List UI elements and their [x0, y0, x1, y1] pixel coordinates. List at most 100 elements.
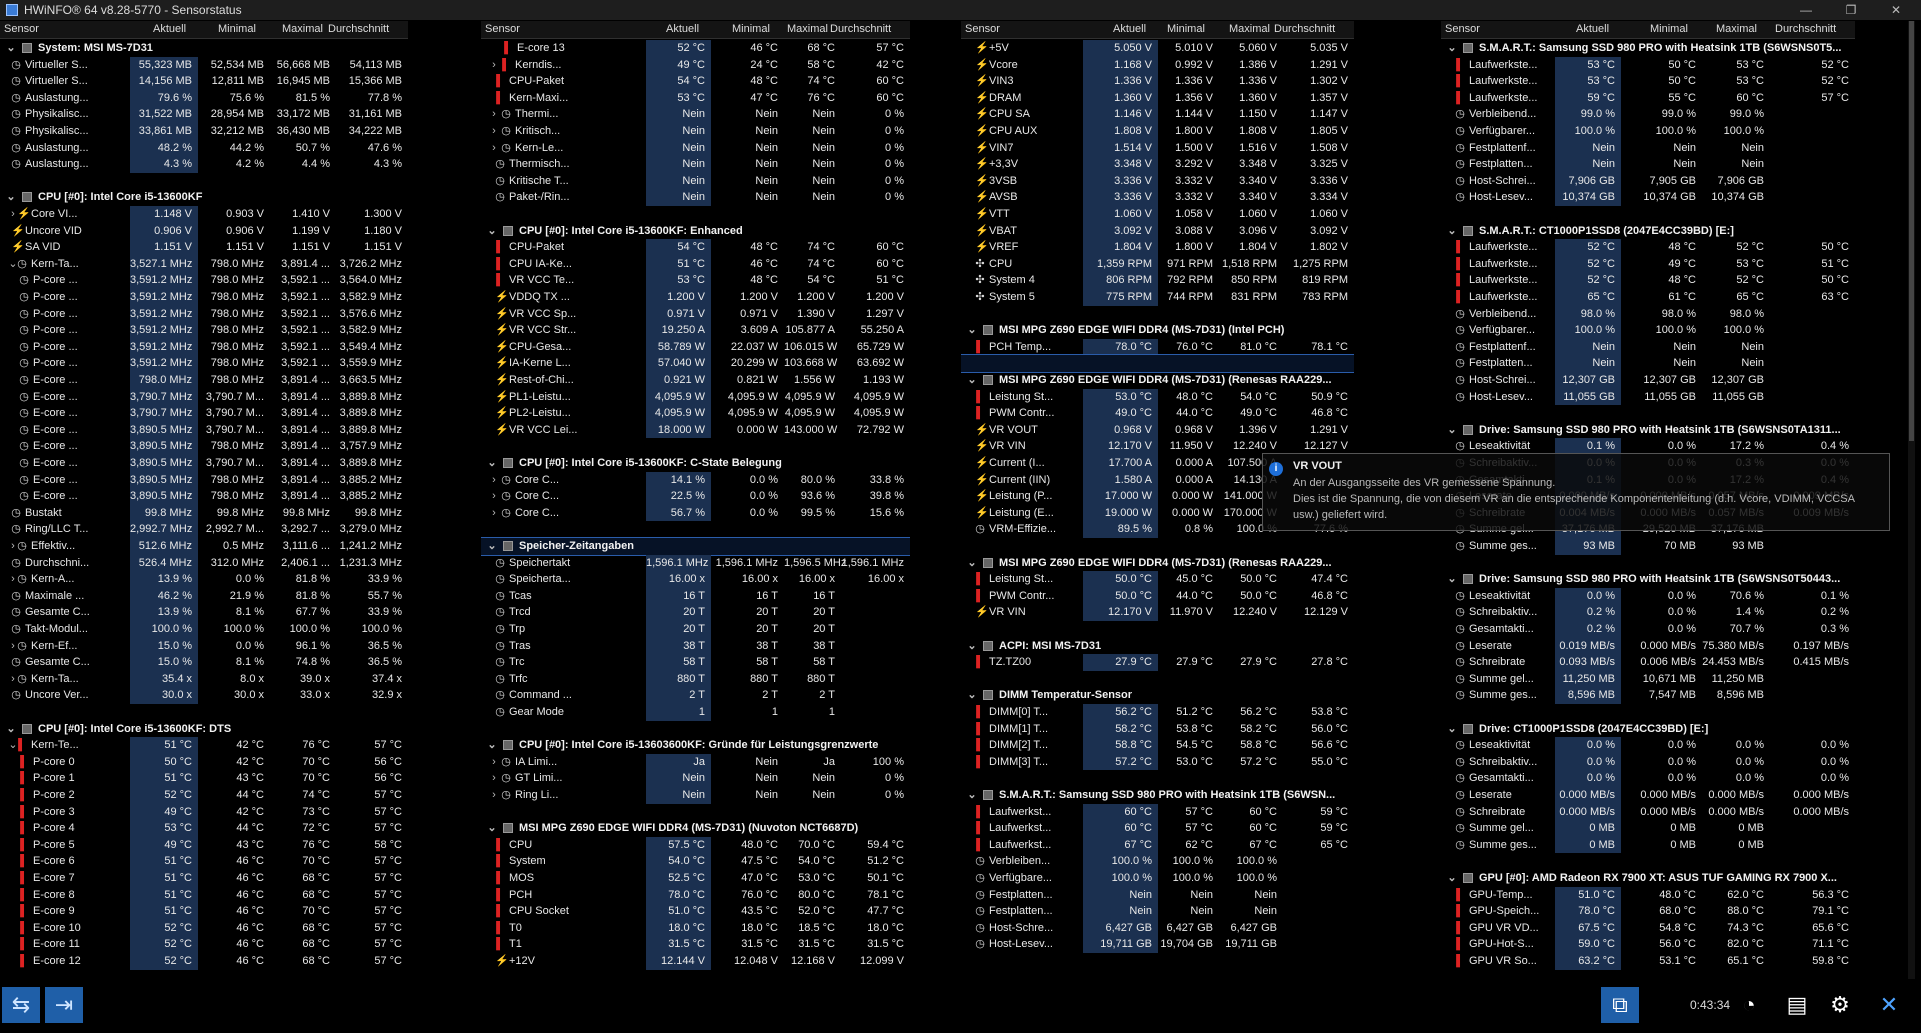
- sensor-row[interactable]: ◷ Trc 58 T 58 T 58 T: [481, 654, 910, 671]
- header-min[interactable]: Minimal: [732, 23, 770, 35]
- sensor-group-header[interactable]: ⌄ S.M.A.R.T.: Samsung SSD 980 PRO with He…: [961, 787, 1354, 804]
- sensor-row[interactable]: ▌ E-core 12 52 °C 46 °C 68 °C 57 °C: [0, 953, 408, 970]
- header-max[interactable]: Maximal: [1716, 23, 1757, 35]
- sensor-row[interactable]: ◷ Gesamte C... 15.0 % 8.1 % 74.8 % 36.5 %: [0, 654, 408, 671]
- sensor-row[interactable]: ✣ System 4 806 RPM 792 RPM 850 RPM 819 RPM: [961, 272, 1354, 289]
- collapse-chevron-icon[interactable]: ⌄: [967, 787, 977, 804]
- sensor-row[interactable]: ◷ Auslastung... 4.3 % 4.2 % 4.4 % 4.3 %: [0, 156, 408, 173]
- sensor-row[interactable]: › ◷ Core C... 22.5 % 0.0 % 93.6 % 39.8 %: [481, 488, 910, 505]
- collapse-chevron-icon[interactable]: ⌄: [6, 40, 16, 57]
- sensor-row[interactable]: ◷ Speichertakt 1,596.1 MHz 1,596.1 MHz 1,596…: [481, 554, 910, 572]
- sensor-row[interactable]: ✣ System 5 775 RPM 744 RPM 831 RPM 783 RPM: [961, 289, 1354, 306]
- sensor-row[interactable]: › ◷ Ring Li... Nein Nein Nein 0 %: [481, 787, 910, 804]
- sensor-row[interactable]: ◷ Host-Lesev... 19,711 GB 19,704 GB 19,711 G…: [961, 936, 1354, 953]
- sensor-row[interactable]: ◷ Host-Schrei... 7,906 GB 7,905 GB 7,906 GB: [1441, 172, 1855, 190]
- minimize-button[interactable]: —: [1791, 0, 1821, 20]
- collapse-chevron-icon[interactable]: ⌄: [967, 555, 977, 572]
- collapse-chevron-icon[interactable]: ⌄: [487, 223, 497, 240]
- sensor-row[interactable]: ⚡ VR VOUT 0.968 V 0.968 V 1.396 V 1.291 V: [961, 421, 1354, 439]
- sensor-row[interactable]: ▌ GPU-Speich... 78.0 °C 68.0 °C 88.0 °C 79.1 …: [1441, 903, 1855, 920]
- sensor-group-header[interactable]: ⌄ ACPI: MSI MS-7D31: [961, 638, 1354, 655]
- sensor-row[interactable]: ▌ CPU-Paket 54 °C 48 °C 74 °C 60 °C: [481, 73, 910, 90]
- sensor-group-header[interactable]: ⌄ Speicher-Zeitangaben: [481, 537, 910, 556]
- collapse-chevron-icon[interactable]: ⌄: [967, 322, 977, 339]
- collapse-chevron-icon[interactable]: ⌄: [487, 820, 497, 837]
- header-avg[interactable]: Durchschnitt: [830, 23, 891, 35]
- sensor-group-header[interactable]: ⌄ S.M.A.R.T.: CT1000P1SSD8 (2047E4CC39BD)…: [1441, 223, 1855, 240]
- sensor-row[interactable]: ◷ Uncore Ver... 30.0 x 30.0 x 33.0 x 32.9 x: [0, 687, 408, 704]
- sensor-row[interactable]: ◷ Summe ges... 8,596 MB 7,547 MB 8,596 MB: [1441, 687, 1855, 704]
- sensor-row[interactable]: ◷ Takt-Modul... 100.0 % 100.0 % 100.0 % 100.0…: [0, 621, 408, 638]
- sensor-row[interactable]: ◷ Host-Lesev... 10,374 GB 10,374 GB 10,374 G…: [1441, 189, 1855, 206]
- sensor-row[interactable]: ▌ PCH 78.0 °C 76.0 °C 80.0 °C 78.1 °C: [481, 886, 910, 904]
- settings-button[interactable]: ⚙: [1821, 987, 1859, 1023]
- sensor-row[interactable]: ◷ Speicherta... 16.00 x 16.00 x 16.00 x 16.00…: [481, 571, 910, 588]
- collapse-chevron-icon[interactable]: ⌄: [1447, 40, 1457, 57]
- sensor-row[interactable]: ▌ E-core 6 51 °C 46 °C 70 °C 57 °C: [0, 853, 408, 870]
- header-current[interactable]: Aktuell: [1576, 23, 1609, 35]
- sensor-group-header[interactable]: ⌄ MSI MPG Z690 EDGE WIFI DDR4 (MS-7D31) (…: [961, 555, 1354, 572]
- expand-chevron-icon[interactable]: ›: [489, 787, 499, 804]
- sensor-row[interactable]: ◷ Virtueller S... 55,323 MB 52,534 MB 56,668…: [0, 56, 408, 74]
- sensor-group-header[interactable]: ⌄ MSI MPG Z690 EDGE WIFI DDR4 (MS-7D31) (…: [961, 322, 1354, 339]
- sensor-row[interactable]: ◷ Schreibaktiv... 0.0 % 0.0 % 0.0 % 0.0 %: [1441, 753, 1855, 771]
- sensor-group-header[interactable]: ⌄ MSI MPG Z690 EDGE WIFI DDR4 (MS-7D31) (…: [961, 372, 1354, 389]
- column-header[interactable]: Sensor Aktuell Minimal Maximal Durchschnitt: [1441, 21, 1855, 39]
- sensor-row[interactable]: ◷ Leserate 0.000 MB/s 0.000 MB/s 0.000 MB/s 0…: [1441, 787, 1855, 804]
- collapse-chevron-icon[interactable]: ⌄: [487, 538, 497, 555]
- sensor-row[interactable]: ▌ DIMM[0] T... 56.2 °C 51.2 °C 56.2 °C 53.8 °…: [961, 704, 1354, 721]
- sensor-panel-2[interactable]: Sensor Aktuell Minimal Maximal Durchschnitt ▌…: [481, 21, 910, 979]
- sensor-row[interactable]: ◷ Trp 20 T 20 T 20 T: [481, 621, 910, 638]
- expand-chevron-icon[interactable]: ›: [489, 488, 499, 505]
- sensor-row[interactable]: ◷ Schreibaktiv... 0.2 % 0.0 % 1.4 % 0.2 %: [1441, 604, 1855, 621]
- sensor-row[interactable]: ⚡ Vcore 1.168 V 0.992 V 1.386 V 1.291 V: [961, 56, 1354, 74]
- sensor-row[interactable]: ▌ CPU-Paket 54 °C 48 °C 74 °C 60 °C: [481, 239, 910, 256]
- sensor-row[interactable]: ⌄ ▌ Kern-Te... 51 °C 42 °C 76 °C 57 °C: [0, 737, 408, 754]
- collapse-chevron-icon[interactable]: ⌄: [6, 721, 16, 738]
- sensor-row[interactable]: ◷ Physikalisc... 33,861 MB 32,212 MB 36,430 …: [0, 123, 408, 140]
- sensor-row[interactable]: ◷ Tras 38 T 38 T 38 T: [481, 637, 910, 655]
- sensor-row[interactable]: › ◷ Effektiv... 512.6 MHz 0.5 MHz 3,111.6 ...…: [0, 538, 408, 555]
- sensor-row[interactable]: ◷ Gear Mode 1 1 1: [481, 704, 910, 721]
- sensor-row[interactable]: ▌ Laufwerkst... 60 °C 57 °C 60 °C 59 °C: [961, 820, 1354, 837]
- sensor-row[interactable]: ◷ Festplatten... Nein Nein Nein: [1441, 156, 1855, 173]
- sensor-row[interactable]: ◷ Host-Schrei... 12,307 GB 12,307 GB 12,307 …: [1441, 372, 1855, 389]
- sensor-row[interactable]: ◷ P-core ... 3,591.2 MHz 798.0 MHz 3,592.1 .…: [0, 272, 408, 289]
- sensor-row[interactable]: › ⚡ Core VI... 1.148 V 0.903 V 1.410 V 1.300 V: [0, 206, 408, 223]
- sensor-row[interactable]: ▌ PWM Contr... 50.0 °C 44.0 °C 50.0 °C 46.8 °…: [961, 587, 1354, 605]
- sensor-row[interactable]: ▌ E-core 10 52 °C 46 °C 68 °C 57 °C: [0, 919, 408, 937]
- sensor-group-header[interactable]: ⌄ CPU [#0]: Intel Core i5-13600KF: [0, 189, 408, 206]
- sensor-row[interactable]: ◷ E-core ... 3,790.7 MHz 3,790.7 M... 3,891.…: [0, 388, 408, 406]
- sensor-row[interactable]: ▌ DIMM[2] T... 58.8 °C 54.5 °C 58.8 °C 56.6 °…: [961, 737, 1354, 754]
- expand-chevron-icon[interactable]: ›: [489, 140, 499, 157]
- sensor-row[interactable]: ⚡ VIN7 1.514 V 1.500 V 1.516 V 1.508 V: [961, 139, 1354, 157]
- sensor-row[interactable]: ◷ Festplatten... Nein Nein Nein: [961, 903, 1354, 920]
- network-button[interactable]: ⧉: [1601, 987, 1639, 1023]
- sensor-row[interactable]: ◷ Summe gel... 0 MB 0 MB 0 MB: [1441, 820, 1855, 837]
- sensor-row[interactable]: › ◷ Kern-Ta... 35.4 x 8.0 x 39.0 x 37.4 x: [0, 670, 408, 688]
- expand-chevron-icon[interactable]: ›: [489, 754, 499, 771]
- sensor-row[interactable]: ◷ Host-Lesev... 11,055 GB 11,055 GB 11,055 G…: [1441, 388, 1855, 406]
- sensor-row[interactable]: ◷ E-core ... 3,890.5 MHz 3,790.7 M... 3,891.…: [0, 421, 408, 439]
- sensor-row[interactable]: › ◷ Kern-Ef... 15.0 % 0.0 % 96.1 % 36.5 %: [0, 637, 408, 655]
- sensor-row[interactable]: ◷ Verfügbarer... 100.0 % 100.0 % 100.0 %: [1441, 322, 1855, 339]
- sensor-row[interactable]: ◷ Summe gel... 11,250 MB 10,671 MB 11,250 MB: [1441, 670, 1855, 688]
- sensor-row[interactable]: ◷ Schreibrate 0.093 MB/s 0.006 MB/s 24.453 M…: [1441, 654, 1855, 671]
- sensor-row[interactable]: ◷ Summe ges... 93 MB 70 MB 93 MB: [1441, 538, 1855, 555]
- sensor-row[interactable]: ▌ TZ.TZ00 27.9 °C 27.9 °C 27.9 °C 27.8 °C: [961, 654, 1354, 671]
- header-current[interactable]: Aktuell: [1113, 23, 1146, 35]
- sensor-row[interactable]: ◷ Durchschni... 526.4 MHz 312.0 MHz 2,406.1 …: [0, 554, 408, 572]
- sensor-row[interactable]: ⚡ CPU SA 1.146 V 1.144 V 1.150 V 1.147 V: [961, 106, 1354, 123]
- sensor-group-header[interactable]: ⌄ DIMM Temperatur-Sensor: [961, 687, 1354, 704]
- sensor-row[interactable]: ◷ E-core ... 3,890.5 MHz 798.0 MHz 3,891.4 .…: [0, 471, 408, 489]
- sensor-group-header[interactable]: ⌄ CPU [#0]: Intel Core i5-13600KF: C-Stat…: [481, 455, 910, 472]
- sensor-row[interactable]: › ▌ Kerndis... 49 °C 24 °C 58 °C 42 °C: [481, 56, 910, 74]
- sensor-row[interactable]: ⚡ Rest-of-Chi... 0.921 W 0.821 W 1.556 W 1.19…: [481, 372, 910, 389]
- sensor-row[interactable]: ▌ MOS 52.5 °C 47.0 °C 53.0 °C 50.1 °C: [481, 870, 910, 887]
- sensor-row[interactable]: ◷ Leseaktivität 0.0 % 0.0 % 70.6 % 0.1 %: [1441, 587, 1855, 605]
- sensor-row[interactable]: ⚡ +12V 12.144 V 12.048 V 12.168 V 12.099 V: [481, 953, 910, 970]
- sensor-row[interactable]: ⚡ CPU AUX 1.808 V 1.800 V 1.808 V 1.805 V: [961, 123, 1354, 140]
- sensor-group-header[interactable]: ⌄ Drive: Samsung SSD 980 PRO with Heatsin…: [1441, 571, 1855, 588]
- sensor-row[interactable]: ▌ P-core 3 49 °C 42 °C 73 °C 57 °C: [0, 803, 408, 821]
- sensor-row[interactable]: ▌ CPU Socket 51.0 °C 43.5 °C 52.0 °C 47.7 °C: [481, 903, 910, 920]
